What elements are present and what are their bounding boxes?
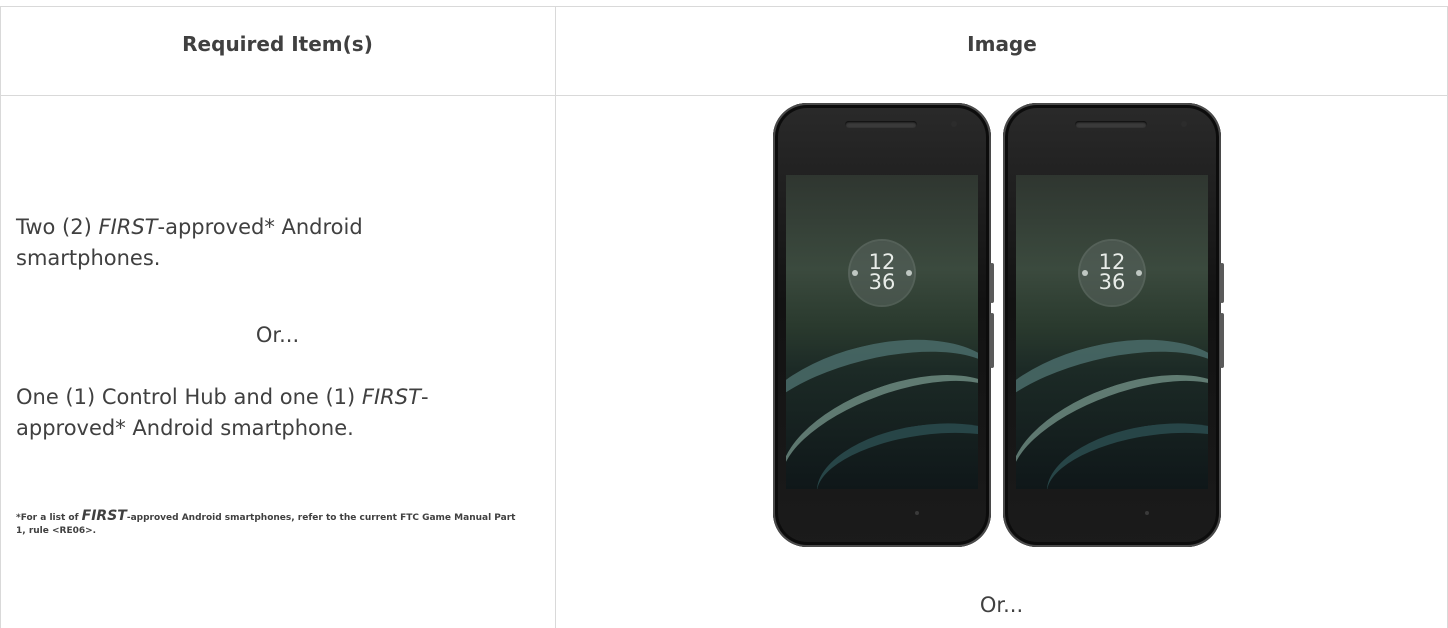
clock-minute: 36 — [868, 270, 896, 294]
volume-button — [990, 263, 994, 303]
header-required-items: Required Item(s) — [182, 32, 373, 56]
smartphone-image-right: 12 36 — [1003, 103, 1224, 547]
volume-button — [1220, 263, 1224, 303]
text-hub-a: One (1) Control Hub and one (1) — [16, 385, 362, 409]
smartphone-image-left: 12 36 — [773, 103, 994, 547]
footnote-post: -approved Android smartphones, refer to … — [126, 513, 516, 523]
power-button — [990, 313, 994, 368]
footnote-line2: 1, rule <RE06>. — [16, 526, 97, 536]
requirement-two-phones: Two (2) FIRST-approved* Android smartpho… — [16, 212, 536, 274]
table-column-divider — [555, 6, 556, 628]
footnote-approved-phones: *For a list of FIRST-approved Android sm… — [16, 508, 536, 538]
phone-screen: 12 36 — [1016, 175, 1208, 489]
table-border-top — [0, 6, 1448, 7]
clock-widget: 12 36 — [1080, 241, 1144, 305]
footnote-first: FIRST — [81, 508, 127, 524]
header-image: Image — [967, 32, 1037, 56]
speaker-grille — [845, 121, 917, 128]
text-two-cont: smartphones. — [16, 246, 161, 270]
or-separator-right: Or... — [979, 593, 1024, 617]
text-two-post: -approved* Android — [157, 215, 363, 239]
text-hub-dash: - — [420, 385, 429, 409]
or-separator-left: Or... — [255, 323, 300, 347]
front-camera-icon — [1181, 121, 1187, 127]
first-emphasis: FIRST — [98, 215, 158, 239]
text-hub-b: approved* Android smartphone. — [16, 416, 354, 440]
footnote-pre: *For a list of — [16, 513, 82, 523]
table-border-left — [0, 6, 1, 628]
clock-minute: 36 — [1098, 270, 1126, 294]
power-button — [1220, 313, 1224, 368]
speaker-grille — [1075, 121, 1147, 128]
clock-widget: 12 36 — [850, 241, 914, 305]
requirement-hub-and-phone: One (1) Control Hub and one (1) FIRST- a… — [16, 382, 556, 444]
phone-screen: 12 36 — [786, 175, 978, 489]
front-camera-icon — [951, 121, 957, 127]
first-emphasis: FIRST — [361, 385, 421, 409]
table-border-header — [0, 95, 1448, 96]
text-two-pre: Two (2) — [16, 215, 99, 239]
home-indicator — [915, 511, 919, 515]
home-indicator — [1145, 511, 1149, 515]
